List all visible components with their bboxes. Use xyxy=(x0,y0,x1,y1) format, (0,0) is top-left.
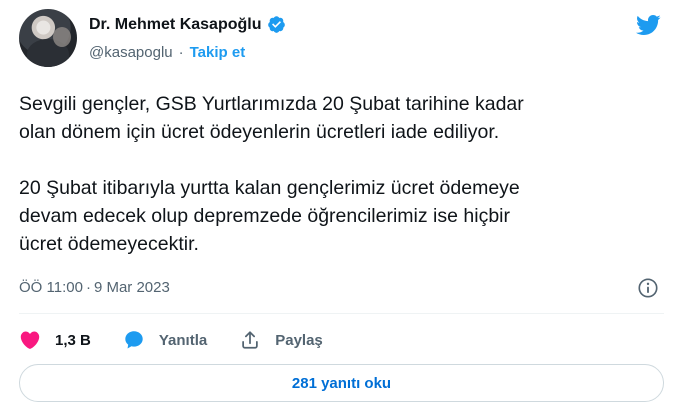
verified-badge-icon xyxy=(268,16,286,33)
share-icon xyxy=(242,331,258,349)
tweet-actions: 1,3 B Yanıtla Paylaş xyxy=(19,326,323,354)
info-icon[interactable] xyxy=(637,277,659,299)
heart-icon xyxy=(20,331,40,349)
divider xyxy=(19,313,664,314)
twitter-bird-icon[interactable] xyxy=(633,12,663,38)
tweet-timestamp[interactable]: ÖÖ 11:00 · 9 Mar 2023 xyxy=(19,279,170,296)
like-button[interactable]: 1,3 B xyxy=(19,329,91,351)
follow-button[interactable]: Takip et xyxy=(190,44,246,61)
handle-separator: · xyxy=(178,44,184,61)
author-handle-row: @kasapoglu · Takip et xyxy=(89,44,245,61)
author-name-row: Dr. Mehmet Kasapoğlu xyxy=(89,15,286,34)
tweet-date: 9 Mar 2023 xyxy=(93,279,170,296)
tweet-card: Dr. Mehmet Kasapoğlu @kasapoglu · Takip … xyxy=(0,0,683,419)
timestamp-separator: · xyxy=(85,279,91,296)
share-label: Paylaş xyxy=(275,331,323,349)
author-avatar[interactable] xyxy=(19,9,77,67)
reply-bubble-icon xyxy=(125,331,143,349)
like-count: 1,3 B xyxy=(55,331,91,349)
tweet-text: Sevgili gençler, GSB Yurtlarımızda 20 Şu… xyxy=(19,93,524,255)
read-replies-button[interactable]: 281 yanıtı oku xyxy=(19,364,664,402)
reply-button[interactable]: Yanıtla xyxy=(123,329,207,351)
author-name[interactable]: Dr. Mehmet Kasapoğlu xyxy=(89,16,261,34)
reply-label: Yanıtla xyxy=(158,331,208,349)
author-handle[interactable]: @kasapoglu xyxy=(89,44,173,61)
share-button[interactable]: Paylaş xyxy=(239,329,323,351)
tweet-time: ÖÖ 11:00 xyxy=(19,279,83,296)
